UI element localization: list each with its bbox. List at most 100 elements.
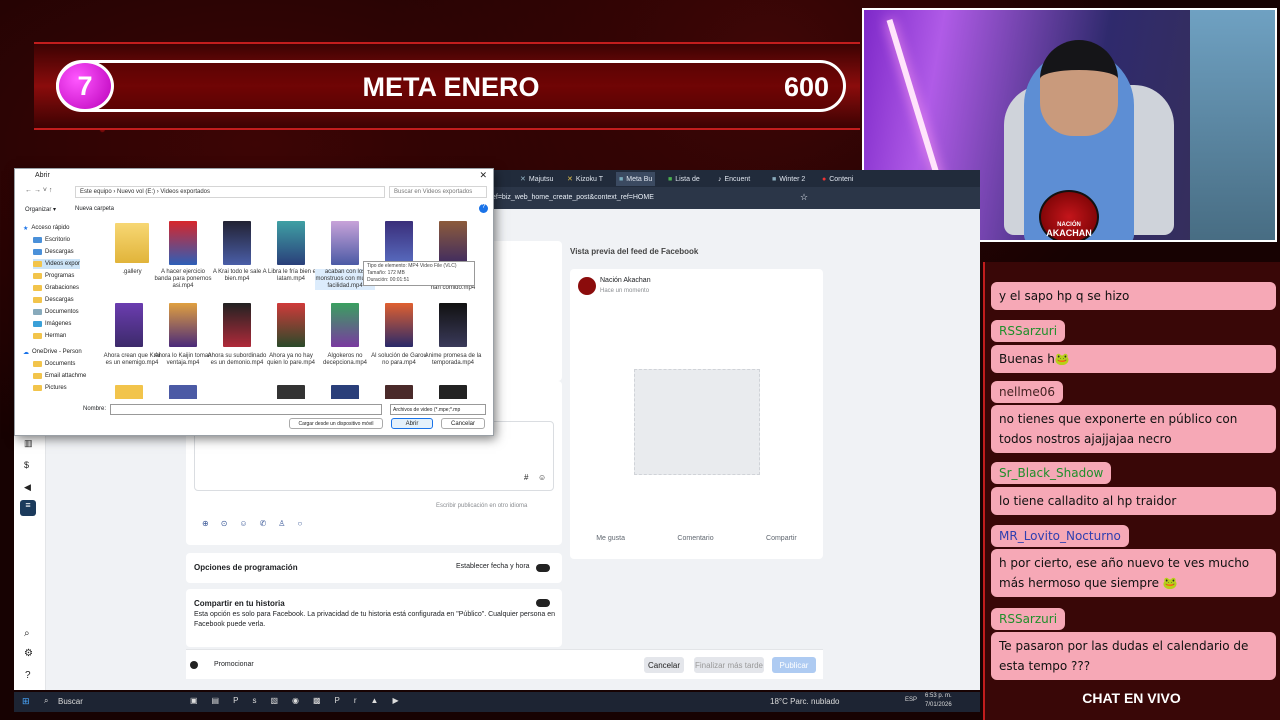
- video-thumbnail[interactable]: [115, 303, 143, 347]
- composer-footer: Promocionar Cancelar Finalizar más tarde…: [186, 649, 823, 679]
- tag-icon[interactable]: ♙: [278, 519, 285, 528]
- video-thumbnail-selected[interactable]: [331, 221, 359, 265]
- video-thumbnail[interactable]: [331, 303, 359, 347]
- share-action[interactable]: Compartir: [766, 535, 797, 542]
- nav-item[interactable]: Imágenes: [33, 319, 71, 329]
- close-icon[interactable]: ✕: [479, 170, 487, 181]
- tab[interactable]: ● Conteni: [822, 172, 853, 186]
- video-thumbnail[interactable]: [385, 303, 413, 347]
- weather-widget[interactable]: 18°C Parc. nublado: [770, 697, 839, 706]
- search-icon[interactable]: ⌕: [24, 628, 30, 639]
- nav-item[interactable]: Herman: [33, 331, 66, 341]
- hashtag-icon[interactable]: #: [524, 473, 528, 482]
- folder-icon[interactable]: [115, 385, 143, 399]
- nav-item[interactable]: Descargas: [33, 247, 74, 257]
- tab[interactable]: ✕ Majutsu: [520, 172, 553, 186]
- load-mobile-button[interactable]: Cargar desde un dispositivo móvil: [289, 418, 383, 429]
- nav-item[interactable]: Documentos: [33, 307, 79, 317]
- translate-hint[interactable]: Escribir publicación en otro idioma: [436, 503, 527, 509]
- windows-start-icon[interactable]: ⊞: [22, 696, 30, 707]
- goal-pill: 7 META ENERO 600: [56, 60, 846, 112]
- chat-username: RSSarzuri: [991, 608, 1066, 630]
- open-button[interactable]: Abrir: [391, 418, 433, 429]
- media-icon-row: ⊕ ⊙ ☺ ✆ ♙ ○: [202, 519, 302, 528]
- dialog-search-input[interactable]: Buscar en Videos exportados: [389, 186, 487, 198]
- tab-active[interactable]: ■ Meta Bu: [616, 172, 656, 186]
- taskbar-time[interactable]: 6:53 p. m.: [925, 693, 952, 699]
- file-tooltip: Tipo de elemento: MP4 Video File (VLC) T…: [363, 261, 475, 286]
- file-name: Ahora su subordinado es un demonio.mp4: [207, 353, 267, 366]
- video-thumbnail[interactable]: [223, 221, 251, 265]
- tab[interactable]: ■ Winter 2: [772, 172, 805, 186]
- search-icon[interactable]: ⌕: [44, 696, 48, 706]
- new-folder-button[interactable]: Nueva carpeta: [75, 206, 114, 212]
- more-icon[interactable]: ○: [297, 519, 302, 528]
- nav-item[interactable]: Email attachme: [33, 371, 86, 381]
- video-thumbnail[interactable]: [439, 221, 467, 265]
- video-thumbnail[interactable]: [169, 221, 197, 265]
- photo-icon[interactable]: ⊕: [202, 519, 209, 528]
- nav-item-selected[interactable]: Videos expor: [33, 259, 80, 269]
- video-thumbnail[interactable]: [385, 385, 413, 399]
- tab[interactable]: ■ Lista de: [668, 172, 700, 186]
- megaphone-icon[interactable]: ◀: [24, 482, 31, 493]
- video-thumbnail[interactable]: [169, 303, 197, 347]
- menu-icon[interactable]: ≡: [20, 500, 36, 516]
- promote-radio[interactable]: [190, 661, 198, 669]
- gear-icon[interactable]: ⚙: [24, 648, 33, 659]
- story-toggle[interactable]: [536, 599, 550, 607]
- path-breadcrumb[interactable]: Este equipo › Nuevo vol (E:) › Videos ex…: [75, 186, 385, 198]
- webcam-lamp: [886, 18, 944, 189]
- nav-item[interactable]: Descargas: [33, 295, 74, 305]
- chat-text: Buenas h🐸: [991, 345, 1276, 373]
- video-thumbnail[interactable]: [277, 221, 305, 265]
- video-thumbnail[interactable]: [439, 303, 467, 347]
- stats-icon[interactable]: ▥: [24, 438, 33, 449]
- fb-cancel-button[interactable]: Cancelar: [644, 657, 684, 673]
- nav-item[interactable]: Documents: [33, 359, 75, 369]
- nav-item[interactable]: Escritorio: [33, 235, 70, 245]
- help-icon[interactable]: ?: [25, 670, 31, 681]
- filename-input[interactable]: [110, 404, 382, 415]
- file-name: Algokeros no decepciona.mp4: [322, 353, 368, 366]
- filetype-select[interactable]: Archivos de video (*.mpe;*.mp: [390, 404, 486, 415]
- video-thumbnail[interactable]: [331, 385, 359, 399]
- feeling-icon[interactable]: ☺: [239, 519, 247, 528]
- bookmark-star-icon[interactable]: ☆: [800, 192, 808, 203]
- nav-item[interactable]: Pictures: [33, 383, 67, 393]
- folder-icon[interactable]: [115, 223, 149, 263]
- video-thumbnail[interactable]: [277, 385, 305, 399]
- video-thumbnail[interactable]: [439, 385, 467, 399]
- nav-item[interactable]: Programas: [33, 271, 74, 281]
- video-thumbnail[interactable]: [385, 221, 413, 265]
- tab[interactable]: ♪ Encuent: [718, 172, 750, 186]
- dialog-cancel-button[interactable]: Cancelar: [441, 418, 485, 429]
- publish-button[interactable]: Publicar: [772, 657, 816, 673]
- finish-later-button[interactable]: Finalizar más tarde: [694, 657, 764, 673]
- open-file-dialog: Abrir ✕ ← → ˅ ↑ Este equipo › Nuevo vol …: [14, 168, 494, 436]
- emoji-icon[interactable]: ☺: [538, 473, 546, 482]
- nav-item[interactable]: Grabaciones: [33, 283, 79, 293]
- location-icon[interactable]: ⊙: [221, 519, 228, 528]
- video-thumbnail[interactable]: [277, 303, 305, 347]
- file-name: Ahora ya no hay quien lo pare.mp4: [266, 353, 316, 366]
- video-thumbnail[interactable]: [223, 303, 251, 347]
- money-icon[interactable]: $: [24, 460, 29, 470]
- like-action[interactable]: Me gusta: [596, 535, 625, 542]
- organize-menu[interactable]: Organizar ▾: [25, 206, 56, 213]
- tab[interactable]: ✕ Kizoku T: [567, 172, 603, 186]
- video-thumbnail[interactable]: [169, 385, 197, 399]
- schedule-toggle[interactable]: [536, 564, 550, 572]
- url-text: ef=biz_web_home_create_post&context_ref=…: [492, 194, 654, 201]
- comment-action[interactable]: Comentario: [677, 535, 713, 542]
- taskbar-date[interactable]: 7/01/2026: [925, 702, 952, 708]
- nav-item[interactable]: ★ Acceso rápido: [23, 223, 69, 233]
- whatsapp-icon[interactable]: ✆: [260, 519, 267, 528]
- app-icons: ▣▤Ps▧◉▩Pr▲▶: [190, 696, 413, 705]
- chat-username: RSSarzuri: [991, 320, 1066, 342]
- taskbar-search[interactable]: Buscar: [58, 697, 83, 706]
- help-icon[interactable]: ?: [479, 204, 488, 213]
- goal-title: META ENERO: [362, 72, 540, 102]
- language-indicator[interactable]: ESP: [905, 697, 917, 703]
- nav-item[interactable]: ☁ OneDrive - Person: [23, 347, 82, 357]
